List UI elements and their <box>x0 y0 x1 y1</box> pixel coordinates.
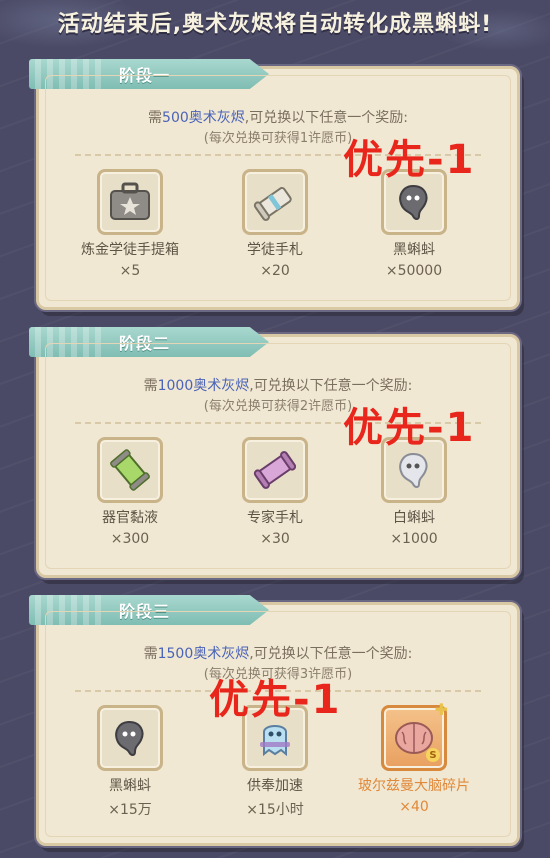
reward-organ-slime[interactable]: 器官黏液 ×300 <box>65 437 195 547</box>
item-qty: ×20 <box>260 263 290 279</box>
req-suffix: ,可兑换以下任意一个奖励: <box>249 646 413 662</box>
item-qty: ×15万 <box>108 802 152 818</box>
item-qty: ×30 <box>260 531 290 547</box>
briefcase-icon <box>97 169 163 235</box>
stage-1-panel: 阶段一 需500奥术灰烬,可兑换以下任意一个奖励: (每次兑换可获得1许愿币) … <box>29 59 520 310</box>
req-amount: 500奥术灰烬 <box>162 110 245 126</box>
upgrade-plus-icon: ✚ <box>434 700 448 719</box>
item-qty: ×50000 <box>385 263 443 279</box>
item-qty: ×1000 <box>390 531 438 547</box>
item-qty: ×40 <box>399 799 429 815</box>
black-tadpole-icon <box>97 705 163 771</box>
req-prefix: 需 <box>143 646 158 662</box>
item-name: 供奉加速 <box>247 778 303 794</box>
stage-2-tab: 阶段二 <box>29 327 269 357</box>
req-suffix: ,可兑换以下任意一个奖励: <box>249 378 413 394</box>
priority-annotation: 优先-1 <box>343 405 476 451</box>
item-qty: ×5 <box>119 263 141 279</box>
item-name: 炼金学徒手提箱 <box>81 242 179 258</box>
s-rank-badge-icon: S <box>426 748 440 762</box>
priority-annotation: 优先-1 <box>209 677 342 723</box>
reward-white-tadpole[interactable]: 白蝌蚪 ×1000 <box>349 437 479 547</box>
req-suffix: ,可兑换以下任意一个奖励: <box>244 110 408 126</box>
item-qty: ×300 <box>110 531 150 547</box>
item-name: 黑蝌蚪 <box>109 778 151 794</box>
stage-1-tab: 阶段一 <box>29 59 269 89</box>
stage-3-requirement: 需1500奥术灰烬,可兑换以下任意一个奖励: <box>39 643 517 663</box>
slime-tube-icon <box>97 437 163 503</box>
stage-3-panel: 阶段三 需1500奥术灰烬,可兑换以下任意一个奖励: (每次兑换可获得3许愿币)… <box>29 595 520 846</box>
stage-1-requirement: 需500奥术灰烬,可兑换以下任意一个奖励: <box>39 107 517 127</box>
priority-annotation: 优先-1 <box>343 137 476 183</box>
reward-expert-notes[interactable]: 专家手札 ×30 <box>210 437 340 547</box>
item-name: 器官黏液 <box>102 510 158 526</box>
stage-2-panel: 阶段二 需1000奥术灰烬,可兑换以下任意一个奖励: (每次兑换可获得2许愿币)… <box>29 327 520 578</box>
brain-icon: ✚ S <box>381 700 448 771</box>
req-prefix: 需 <box>148 110 163 126</box>
event-end-banner: 活动结束后,奥术灰烬将自动转化成黑蝌蚪! <box>57 12 493 37</box>
item-name: 玻尔兹曼大脑碎片 <box>358 778 470 794</box>
reward-boltzmann-brain-fragment[interactable]: ✚ S 玻尔兹曼大脑碎片 ×40 <box>349 700 479 815</box>
stage-3-tab: 阶段三 <box>29 595 269 625</box>
reward-black-tadpole[interactable]: 黑蝌蚪 ×50000 <box>349 169 479 279</box>
item-name: 专家手札 <box>247 510 303 526</box>
req-prefix: 需 <box>143 378 158 394</box>
expert-scroll-icon <box>242 437 308 503</box>
item-name: 学徒手札 <box>247 242 303 258</box>
item-name: 黑蝌蚪 <box>393 242 435 258</box>
scroll-icon <box>242 169 308 235</box>
reward-apprentice-notes[interactable]: 学徒手札 ×20 <box>210 169 340 279</box>
req-amount: 1500奥术灰烬 <box>157 646 250 662</box>
reward-alchemy-briefcase[interactable]: 炼金学徒手提箱 ×5 <box>65 169 195 279</box>
req-amount: 1000奥术灰烬 <box>157 378 250 394</box>
item-qty: ×15小时 <box>246 802 304 818</box>
reward-black-tadpole[interactable]: 黑蝌蚪 ×15万 <box>65 705 195 819</box>
item-name: 白蝌蚪 <box>393 510 435 526</box>
stage-2-requirement: 需1000奥术灰烬,可兑换以下任意一个奖励: <box>39 375 517 395</box>
